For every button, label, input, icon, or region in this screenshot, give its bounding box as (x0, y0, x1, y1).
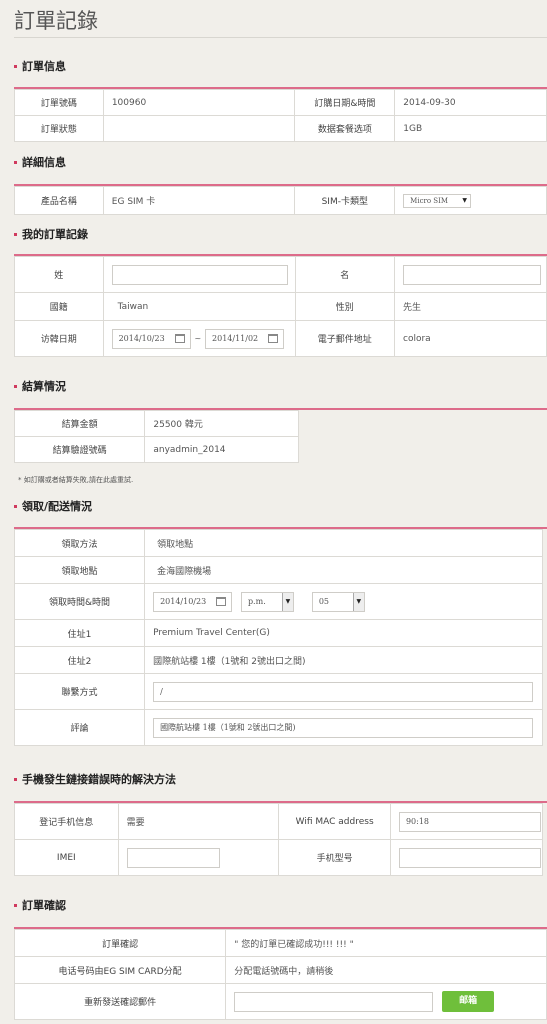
section-heading-my-record: 我的訂單記錄 (14, 226, 88, 242)
section-heading-settlement: 結算情況 (14, 378, 66, 394)
phone-model-input[interactable] (398, 847, 541, 868)
imei-input[interactable] (126, 847, 220, 868)
order-date-value: 2014-09-30 (394, 89, 547, 116)
data-plan-value: 1GB (394, 115, 547, 142)
order-info-table: 訂單號碼 100960 訂購日期&時間 2014-09-30 訂單狀態 数据套餐… (14, 89, 547, 142)
bullet-icon (14, 160, 17, 164)
section-heading-order-info: 訂單信息 (14, 58, 66, 74)
given-name-label: 名 (294, 256, 396, 293)
pickup-datetime-label: 領取時間&時間 (13, 583, 146, 620)
imei-label: IMEI (14, 839, 119, 876)
pickup-table: 領取方法 領取地點 領取地點 金海國際機場 領取時間&時間 2014/10/23… (13, 529, 543, 746)
verification-code-label: 結算驗證號碼 (13, 436, 146, 463)
phone-model-label: 手机型号 (278, 839, 391, 876)
date-range-separator: ~ (194, 334, 202, 343)
phone-assign-value: 分配電話號碼中，請稍後 (225, 956, 547, 984)
order-confirm-label: 訂單確認 (13, 929, 227, 957)
product-name-label: 產品名稱 (14, 186, 104, 215)
calendar-icon[interactable] (268, 333, 279, 343)
surname-input[interactable] (111, 264, 288, 285)
troubleshoot-table: 登记手机信息 需要 Wifi MAC address 90:18 IMEI 手机… (14, 803, 544, 876)
product-name-value: EG SIM 卡 (102, 186, 296, 215)
bullet-icon (14, 903, 17, 907)
dropdown-arrow-icon: ▼ (459, 194, 471, 207)
ampm-select[interactable]: p.m. ▼ (240, 591, 294, 612)
page-title: 訂單記錄 (14, 9, 98, 33)
visit-date-label: 访韓日期 (14, 320, 104, 357)
dropdown-arrow-icon: ▼ (281, 592, 293, 611)
contact-label: 聯繫方式 (13, 673, 146, 710)
resend-email-input[interactable] (234, 991, 434, 1012)
retry-note: * 如訂購或者結算失敗,請在此處重試. (18, 476, 134, 484)
comment-label: 評論 (13, 709, 146, 746)
order-confirm-value: " 您的訂單已確認成功!!! !!! " (225, 929, 547, 957)
resend-email-label: 重新發送確認郵件 (13, 983, 227, 1020)
order-date-label: 訂購日期&時間 (294, 89, 396, 116)
bullet-icon (14, 232, 17, 236)
nationality-value: Taiwan (102, 292, 296, 321)
surname-label: 姓 (14, 256, 104, 293)
pickup-place-value: 金海國際機場 (144, 556, 543, 584)
visit-to-date-input[interactable]: 2014/11/02 (205, 328, 285, 349)
pickup-method-label: 領取方法 (13, 529, 146, 557)
data-plan-label: 数据套餐选项 (294, 115, 396, 142)
section-heading-troubleshoot: 手機發生鏈接錯誤時的解決方法 (14, 771, 176, 787)
sim-type-label: SIM-卡類型 (294, 186, 396, 215)
calendar-icon[interactable] (174, 333, 185, 343)
gender-value: 先生 (394, 292, 547, 321)
contact-input[interactable]: / (153, 681, 534, 702)
bullet-icon (14, 504, 17, 508)
email-value: colora (394, 320, 547, 357)
address2-label: 住址2 (13, 646, 146, 674)
amount-value: 25500 韓元 (144, 410, 299, 437)
calendar-icon[interactable] (216, 596, 227, 606)
confirm-table: 訂單確認 " 您的訂單已確認成功!!! !!! " 电话号码由EG SIM CA… (13, 929, 547, 1020)
dropdown-arrow-icon: ▼ (352, 592, 364, 611)
section-heading-detail-info: 詳細信息 (14, 154, 66, 170)
given-name-input[interactable] (403, 264, 542, 285)
order-status-value (102, 115, 296, 142)
sim-type-select[interactable]: Micro SIM ▼ (403, 193, 472, 208)
bullet-icon (14, 777, 17, 781)
hour-select[interactable]: 05 ▼ (311, 591, 365, 612)
address1-value: Premium Travel Center(G) (144, 619, 543, 647)
bullet-icon (14, 384, 17, 388)
bullet-icon (14, 64, 17, 68)
phone-assign-label: 电话号码由EG SIM CARD分配 (13, 956, 227, 984)
nationality-label: 國籍 (14, 292, 104, 321)
wifi-mac-label: Wifi MAC address (278, 803, 391, 840)
address1-label: 住址1 (13, 619, 146, 647)
pickup-date-input[interactable]: 2014/10/23 (153, 591, 233, 612)
gender-label: 性別 (294, 292, 396, 321)
order-number-label: 訂單號碼 (14, 89, 104, 116)
address2-value: 國際航站樓 1樓（1號和 2號出口之間) (144, 646, 543, 674)
wifi-mac-input[interactable]: 90:18 (398, 811, 541, 832)
section-heading-confirm: 訂單確認 (14, 897, 66, 913)
register-phone-label: 登记手机信息 (14, 803, 119, 840)
register-phone-value: 需要 (117, 803, 280, 840)
section-heading-pickup: 領取/配送情況 (14, 498, 92, 514)
verification-code-value: anyadmin_2014 (144, 436, 299, 463)
order-number-value: 100960 (102, 89, 296, 116)
comment-input[interactable]: 國際航站樓 1樓（1號和 2號出口之間) (153, 717, 534, 738)
send-mail-button[interactable]: 邮箱 (442, 991, 495, 1012)
visit-from-date-input[interactable]: 2014/10/23 (111, 328, 191, 349)
amount-label: 結算金額 (13, 410, 146, 437)
detail-info-table: 產品名稱 EG SIM 卡 SIM-卡類型 Micro SIM ▼ (14, 186, 547, 215)
my-record-table: 姓 名 國籍 Taiwan 性別 先生 访韓日期 2014/10/23 ~ 20… (14, 256, 547, 357)
pickup-place-label: 領取地點 (13, 556, 146, 584)
settlement-table: 結算金額 25500 韓元 結算驗證號碼 anyadmin_2014 (13, 410, 299, 463)
email-label: 電子郵件地址 (294, 320, 396, 357)
title-divider (14, 37, 547, 38)
order-status-label: 訂單狀態 (14, 115, 104, 142)
pickup-method-value: 領取地點 (144, 529, 543, 557)
